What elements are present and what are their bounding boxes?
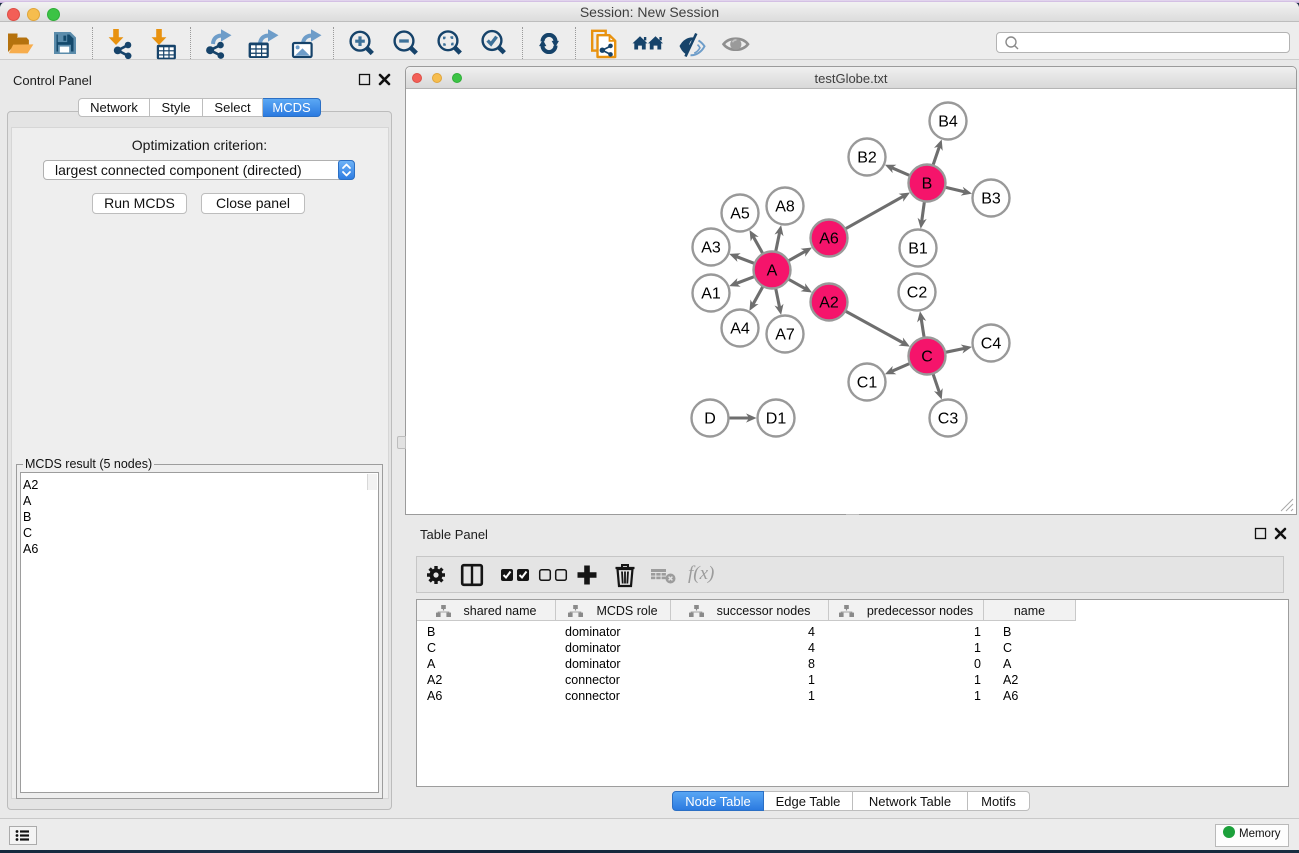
svg-text:A7: A7 (775, 327, 795, 344)
svg-text:C3: C3 (938, 411, 959, 428)
svg-text:B: B (922, 176, 933, 193)
svg-text:D1: D1 (766, 411, 787, 428)
svg-text:B3: B3 (981, 191, 1001, 208)
svg-text:A8: A8 (775, 199, 795, 216)
svg-text:A5: A5 (730, 206, 750, 223)
svg-text:C2: C2 (907, 285, 928, 302)
svg-text:A2: A2 (819, 295, 839, 312)
svg-text:C4: C4 (981, 336, 1002, 353)
svg-text:B2: B2 (857, 150, 877, 167)
svg-text:A: A (767, 263, 778, 280)
svg-text:B1: B1 (908, 241, 928, 258)
svg-text:B4: B4 (938, 114, 958, 131)
svg-text:A6: A6 (819, 231, 839, 248)
svg-text:A4: A4 (730, 321, 750, 338)
svg-text:A3: A3 (701, 240, 721, 257)
svg-text:C: C (921, 349, 933, 366)
svg-text:D: D (704, 411, 716, 428)
svg-text:C1: C1 (857, 375, 878, 392)
svg-text:A1: A1 (701, 286, 721, 303)
